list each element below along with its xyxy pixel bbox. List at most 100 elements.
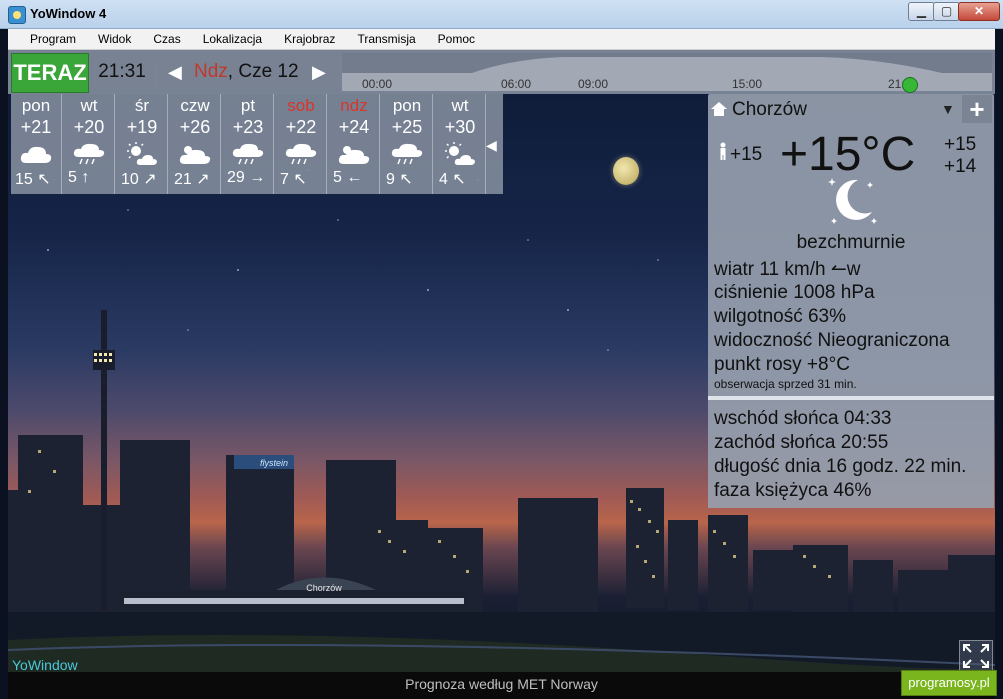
window-title: YoWindow 4 [30,6,107,21]
moon [613,157,639,185]
rain-icon [71,141,107,167]
forecast-wind: 5 ← [333,169,363,186]
forecast-wind: 15 ↖ [15,171,51,188]
forecast-temp: +22 [285,117,317,137]
prev-day-icon[interactable]: ◀ [168,53,182,91]
forecast-day[interactable]: śr +19 10 ↗ [117,94,168,194]
forecast-temp: +24 [338,117,370,137]
forecast-day-name: pon [21,96,51,115]
pressure-stat: ciśnienie 1008 hPa [714,282,875,303]
forecast-day[interactable]: pon +25 9 ↖ [382,94,433,194]
dew-point-stat: punkt rosy +8°C [714,354,850,375]
menu-transmisja[interactable]: Transmisja [346,29,426,49]
forecast-wind: 29 → [227,169,266,186]
forecast-wind: 21 ↗ [174,171,210,188]
menu-krajobraz[interactable]: Krajobraz [273,29,346,49]
high-low: +15 +14 [944,134,976,178]
forecast-day-name: ndz [340,96,368,115]
menu-pomoc[interactable]: Pomoc [427,29,486,49]
add-location-button[interactable]: + [962,95,992,123]
top-bar: TERAZ 21:31 ◀ Ndz, Cze 12 ▶ 00:00 06:00 … [8,50,995,94]
menu-czas[interactable]: Czas [142,29,191,49]
fullscreen-icon [963,644,989,668]
close-button[interactable]: ✕ [958,2,1000,21]
person-icon [720,142,726,160]
forecast-day[interactable]: ndz +24 5 ← [329,94,380,194]
station-name: Chorzów [306,583,342,593]
date-selector: ◀ Ndz, Cze 12 ▶ [158,53,338,91]
day-length-stat: długość dnia 16 godz. 22 min. [714,456,967,477]
rain-icon [283,141,319,167]
timeline-label: 06:00 [501,77,532,91]
menu-widok[interactable]: Widok [87,29,142,49]
next-day-icon[interactable]: ▶ [312,53,326,91]
humidity-stat: wilgotność 63% [714,306,847,327]
sun-cloud-icon [442,141,478,167]
condition-text: bezchmurnie [796,232,906,253]
forecast-source: Prognoza według MET Norway [405,676,598,692]
forecast-temp: +20 [73,117,105,137]
wind-stat: wiatr 11 km/h ↼w [714,259,861,280]
forecast-temp: +21 [20,117,52,137]
menu-lokalizacja[interactable]: Lokalizacja [192,29,273,49]
menu-program[interactable]: Program [8,29,87,49]
time-slider[interactable]: 00:00 06:00 09:00 15:00 21: [342,53,992,93]
forecast-strip: pon +21 15 ↖ wt +20 5 ↑ śr +19 10 ↗ czw +26 21 ↗ pt +… [11,94,503,194]
low-temp: +14 [944,156,977,177]
app-icon [8,6,26,24]
forecast-temp: +25 [391,117,423,137]
forecast-day-name: czw [180,96,210,115]
forecast-wind: 4 ↖ [439,171,466,188]
feels-like: +15 [718,142,762,166]
cloud-sun-icon [177,141,213,167]
forecast-day[interactable]: czw +26 21 ↗ [170,94,221,194]
current-time[interactable]: 21:31 [90,53,154,91]
weather-scene: flystein Chorzów TERAZ 21:31 ◀ Ndz, Cze … [8,50,995,672]
forecast-day[interactable]: pt +23 29 → [223,94,274,194]
minimize-button[interactable]: ▁ [908,2,935,21]
cloud-sun-icon [336,141,372,167]
forecast-wind: 10 ↗ [121,171,157,188]
billboard-text: flystein [260,458,288,468]
cloud-icon [18,141,54,167]
forecast-temp: +19 [126,117,158,137]
timeline-label: 15:00 [732,77,763,91]
forecast-day-name: wt [80,96,98,115]
astro-panel: wschód słońca 04:33 zachód słońca 20:55 … [708,400,994,508]
time-slider-handle[interactable] [902,77,918,93]
collapse-forecast-icon[interactable]: ◀ [486,137,497,154]
forecast-wind: 7 ↖ [280,171,307,188]
forecast-day[interactable]: pon +21 15 ↖ [11,94,62,194]
location-name[interactable]: Chorzów [732,99,807,121]
watermark-badge: programosy.pl [901,670,997,696]
forecast-day-name: wt [451,96,469,115]
status-bar: Prognoza według MET Norway [8,672,995,699]
observation-age: obserwacja sprzed 31 min. [714,377,857,391]
current-conditions-panel: Chorzów ▼ + +15 +15°C +15 +14 bezchmurni… [708,94,994,397]
forecast-day-name: śr [134,96,150,115]
forecast-temp: +23 [232,117,264,137]
rain-icon [230,141,266,167]
now-button[interactable]: TERAZ [11,53,89,93]
forecast-temp: +26 [179,117,211,137]
maximize-button[interactable]: ▢ [933,2,960,21]
home-icon[interactable] [711,102,727,116]
feels-like-value: +15 [730,144,763,165]
forecast-day-name: sob [287,96,315,115]
clear-night-icon [828,178,877,224]
location-dropdown-icon[interactable]: ▼ [941,101,955,117]
sun-cloud-icon [124,141,160,167]
visibility-stat: widoczność Nieograniczona [714,330,950,351]
date-day: Ndz [194,61,228,82]
fullscreen-button[interactable] [959,640,993,672]
forecast-day-name: pon [392,96,422,115]
forecast-day[interactable]: wt +30 4 ↖ [435,94,486,194]
sunrise-stat: wschód słońca 04:33 [714,408,892,429]
brand-label[interactable]: YoWindow [12,657,78,673]
forecast-day[interactable]: wt +20 5 ↑ [64,94,115,194]
forecast-day[interactable]: sob +22 7 ↖ [276,94,327,194]
sunset-stat: zachód słońca 20:55 [714,432,889,453]
location-row: Chorzów ▼ + [708,94,994,124]
forecast-wind: 5 ↑ [68,169,90,186]
timeline-label: 09:00 [578,77,609,91]
